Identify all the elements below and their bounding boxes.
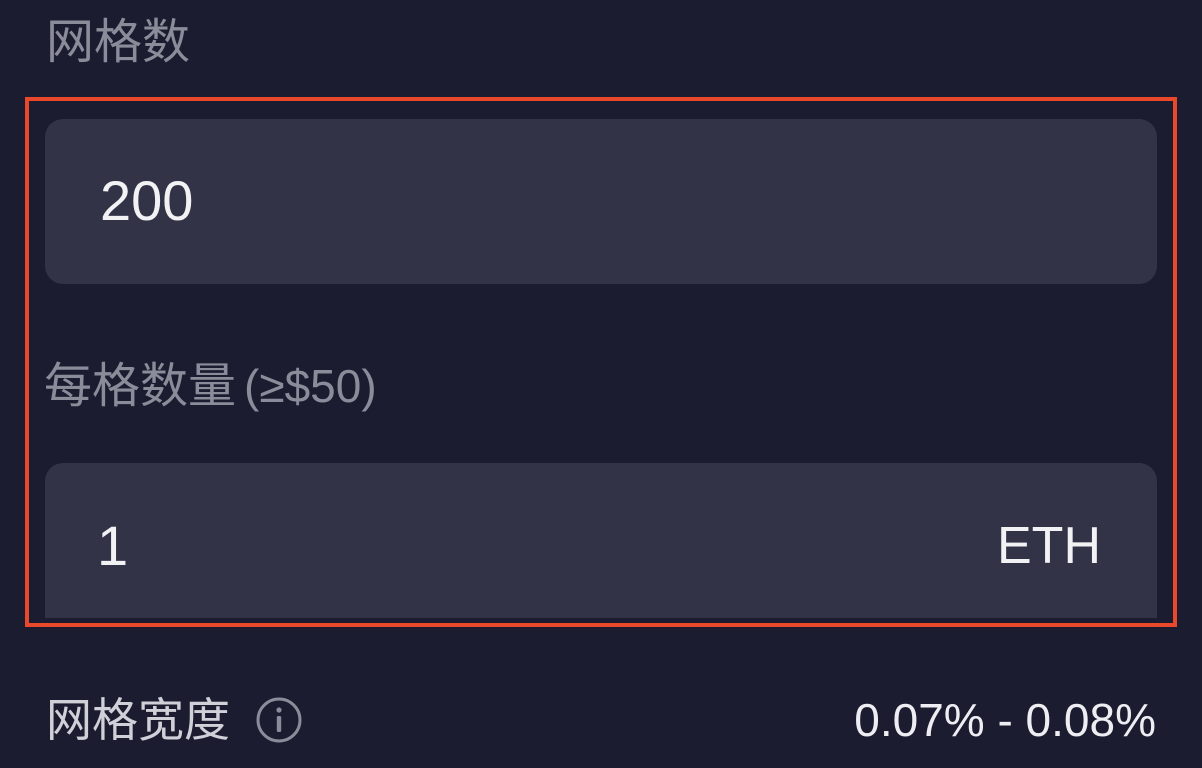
grid-count-label: 网格数 (46, 14, 191, 70)
qty-per-grid-hint: (≥$50) (244, 360, 377, 412)
grid-count-input[interactable]: 200 (45, 119, 1157, 284)
info-icon[interactable] (254, 695, 304, 745)
qty-per-grid-label: 每格数量 (≥$50) (44, 356, 377, 416)
qty-per-grid-value: 1 (97, 514, 129, 577)
qty-per-grid-input[interactable]: 1 ETH (45, 463, 1157, 618)
grid-count-value: 200 (100, 169, 194, 232)
grid-width-value: 0.07% - 0.08% (854, 694, 1156, 746)
qty-per-grid-label-text: 每格数量 (44, 358, 237, 414)
qty-unit-label: ETH (997, 517, 1101, 575)
grid-width-row: 网格宽度 (46, 690, 304, 750)
grid-width-label: 网格宽度 (46, 693, 230, 747)
